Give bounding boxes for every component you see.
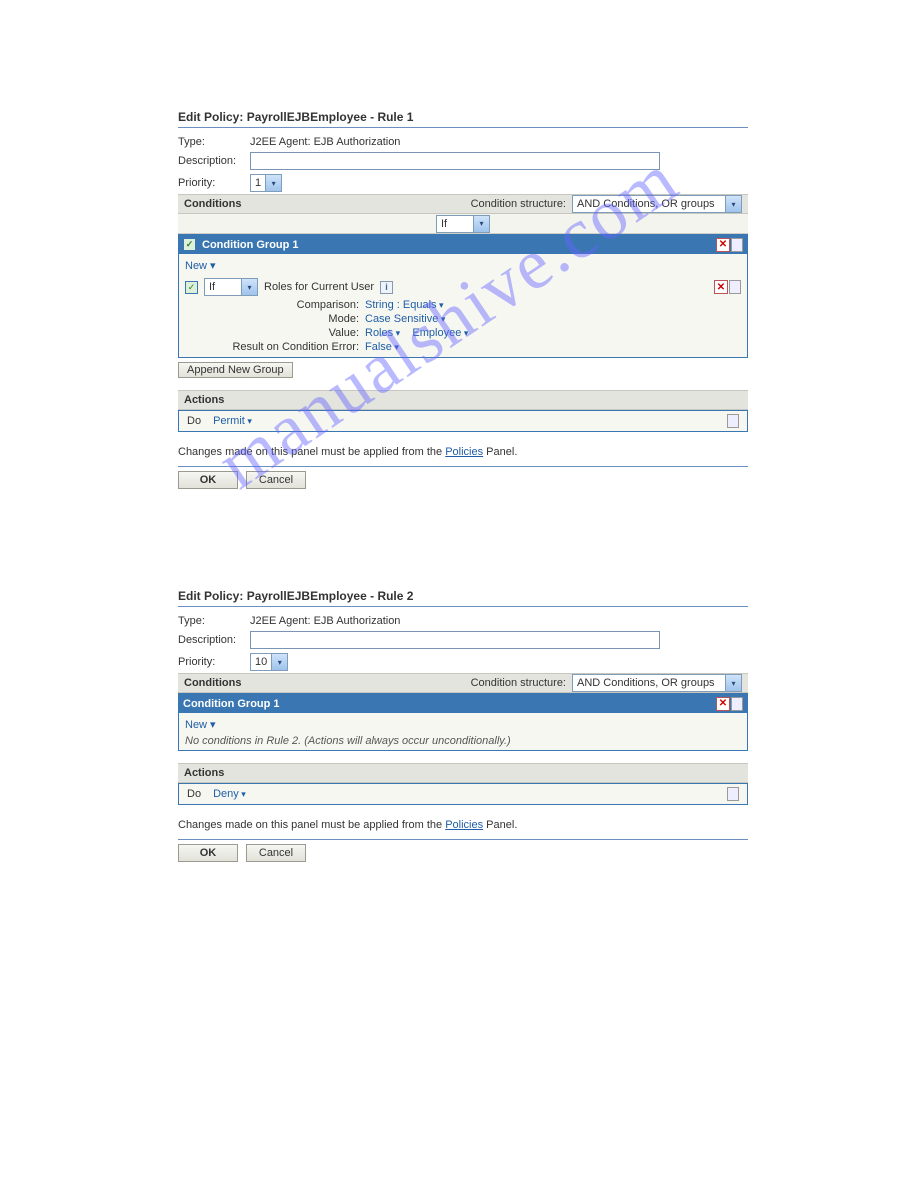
if-row: If ▾ — [178, 214, 748, 234]
close-icon[interactable]: ✕ — [716, 238, 730, 252]
condition-text: Roles for Current User — [264, 281, 374, 293]
comparison-value[interactable]: String : Equals — [365, 299, 444, 311]
type-value: J2EE Agent: EJB Authorization — [250, 136, 400, 148]
chevron-down-icon: ▾ — [473, 216, 489, 232]
action-value[interactable]: Deny — [213, 788, 246, 800]
actions-label: Actions — [184, 394, 224, 406]
condition-structure-select[interactable]: AND Conditions, OR groups ▾ — [572, 195, 742, 213]
condition-row: ✓ If ▾ Roles for Current User i ✕ — [185, 276, 741, 298]
actions-bar: Actions — [178, 763, 748, 783]
reorder-icon[interactable] — [727, 787, 739, 801]
reorder-icon[interactable] — [727, 414, 739, 428]
condition-structure-label: Condition structure: — [471, 677, 566, 689]
type-label: Type: — [178, 615, 250, 627]
new-link[interactable]: New ▾ — [185, 716, 741, 735]
page-title: Edit Policy: PayrollEJBEmployee - Rule 2 — [178, 589, 748, 607]
rule-2-panel: Edit Policy: PayrollEJBEmployee - Rule 2… — [178, 589, 748, 862]
condition-group-header: Condition Group 1 ✕ — [179, 694, 747, 713]
actions-bar: Actions — [178, 390, 748, 410]
condition-if-select[interactable]: If ▾ — [204, 278, 258, 296]
condition-group-title: Condition Group 1 — [202, 239, 299, 251]
condition-structure-label: Condition structure: — [471, 198, 566, 210]
cancel-button[interactable]: Cancel — [246, 471, 306, 489]
priority-select[interactable]: 10 ▾ — [250, 653, 288, 671]
policy-name: PayrollEJBEmployee — [247, 110, 367, 124]
ok-button[interactable]: OK — [178, 471, 238, 489]
chevron-down-icon: ▾ — [725, 196, 741, 212]
priority-label: Priority: — [178, 177, 250, 189]
if-value: If — [441, 218, 447, 230]
chevron-down-icon: ▾ — [265, 175, 281, 191]
chevron-down-icon: ▾ — [241, 279, 257, 295]
condition-structure-value: AND Conditions, OR groups — [577, 198, 715, 210]
footer-note: Changes made on this panel must be appli… — [178, 805, 748, 837]
title-prefix: Edit Policy — [178, 589, 239, 603]
if-select[interactable]: If ▾ — [436, 215, 490, 233]
title-prefix: Edit Policy — [178, 110, 239, 124]
condition-group-header: ✓ Condition Group 1 ✕ — [179, 235, 747, 254]
group-checkbox[interactable]: ✓ — [183, 238, 196, 251]
rule-suffix: Rule 2 — [377, 589, 413, 603]
do-label: Do — [187, 788, 201, 800]
condition-group-body: New ▾ ✓ If ▾ Roles for Current User i ✕ — [179, 254, 747, 357]
condition-group-box: ✓ Condition Group 1 ✕ New ▾ ✓ If ▾ Roles… — [178, 234, 748, 358]
description-input[interactable] — [250, 631, 660, 649]
condition-if-value: If — [209, 281, 215, 293]
priority-select[interactable]: 1 ▾ — [250, 174, 282, 192]
comparison-label: Comparison: — [185, 299, 365, 311]
footer-note: Changes made on this panel must be appli… — [178, 432, 748, 464]
action-row: Do Permit — [178, 410, 748, 432]
rule-suffix: Rule 1 — [377, 110, 413, 124]
actions-label: Actions — [184, 767, 224, 779]
policies-link[interactable]: Policies — [445, 446, 483, 458]
append-new-group-button[interactable]: Append New Group — [178, 362, 293, 378]
page-title: Edit Policy: PayrollEJBEmployee - Rule 1 — [178, 110, 748, 128]
info-icon[interactable]: i — [380, 281, 393, 294]
conditions-label: Conditions — [184, 198, 241, 210]
chevron-down-icon: ▾ — [271, 654, 287, 670]
policies-link[interactable]: Policies — [445, 819, 483, 831]
description-label: Description: — [178, 155, 250, 167]
reorder-icon[interactable] — [731, 238, 743, 252]
do-label: Do — [187, 415, 201, 427]
action-value[interactable]: Permit — [213, 415, 252, 427]
priority-label: Priority: — [178, 656, 250, 668]
condition-group-title: Condition Group 1 — [183, 698, 280, 710]
reorder-icon[interactable] — [729, 280, 741, 294]
type-label: Type: — [178, 136, 250, 148]
new-link[interactable]: New ▾ — [185, 257, 741, 276]
reorder-icon[interactable] — [731, 697, 743, 711]
condition-checkbox[interactable]: ✓ — [185, 281, 198, 294]
description-input[interactable] — [250, 152, 660, 170]
ok-button[interactable]: OK — [178, 844, 238, 862]
condition-group-box: Condition Group 1 ✕ New ▾ No conditions … — [178, 693, 748, 751]
mode-value[interactable]: Case Sensitive — [365, 313, 445, 325]
mode-label: Mode: — [185, 313, 365, 325]
conditions-label: Conditions — [184, 677, 241, 689]
description-label: Description: — [178, 634, 250, 646]
policy-name: PayrollEJBEmployee — [247, 589, 367, 603]
priority-value: 1 — [255, 177, 261, 189]
condition-structure-select[interactable]: AND Conditions, OR groups ▾ — [572, 674, 742, 692]
close-icon[interactable]: ✕ — [714, 280, 728, 294]
rule-1-panel: Edit Policy: PayrollEJBEmployee - Rule 1… — [178, 110, 748, 489]
action-row: Do Deny — [178, 783, 748, 805]
result-error-value[interactable]: False — [365, 341, 399, 353]
close-icon[interactable]: ✕ — [716, 697, 730, 711]
condition-group-body: New ▾ No conditions in Rule 2. (Actions … — [179, 713, 747, 750]
result-error-label: Result on Condition Error: — [185, 341, 365, 353]
conditions-bar: Conditions Condition structure: AND Cond… — [178, 673, 748, 693]
condition-structure-value: AND Conditions, OR groups — [577, 677, 715, 689]
cancel-button[interactable]: Cancel — [246, 844, 306, 862]
no-conditions-text: No conditions in Rule 2. (Actions will a… — [185, 735, 741, 747]
value-label: Value: — [185, 327, 365, 339]
value-value[interactable]: Roles Employee — [365, 327, 468, 339]
priority-value: 10 — [255, 656, 267, 668]
type-value: J2EE Agent: EJB Authorization — [250, 615, 400, 627]
conditions-bar: Conditions Condition structure: AND Cond… — [178, 194, 748, 214]
chevron-down-icon: ▾ — [725, 675, 741, 691]
